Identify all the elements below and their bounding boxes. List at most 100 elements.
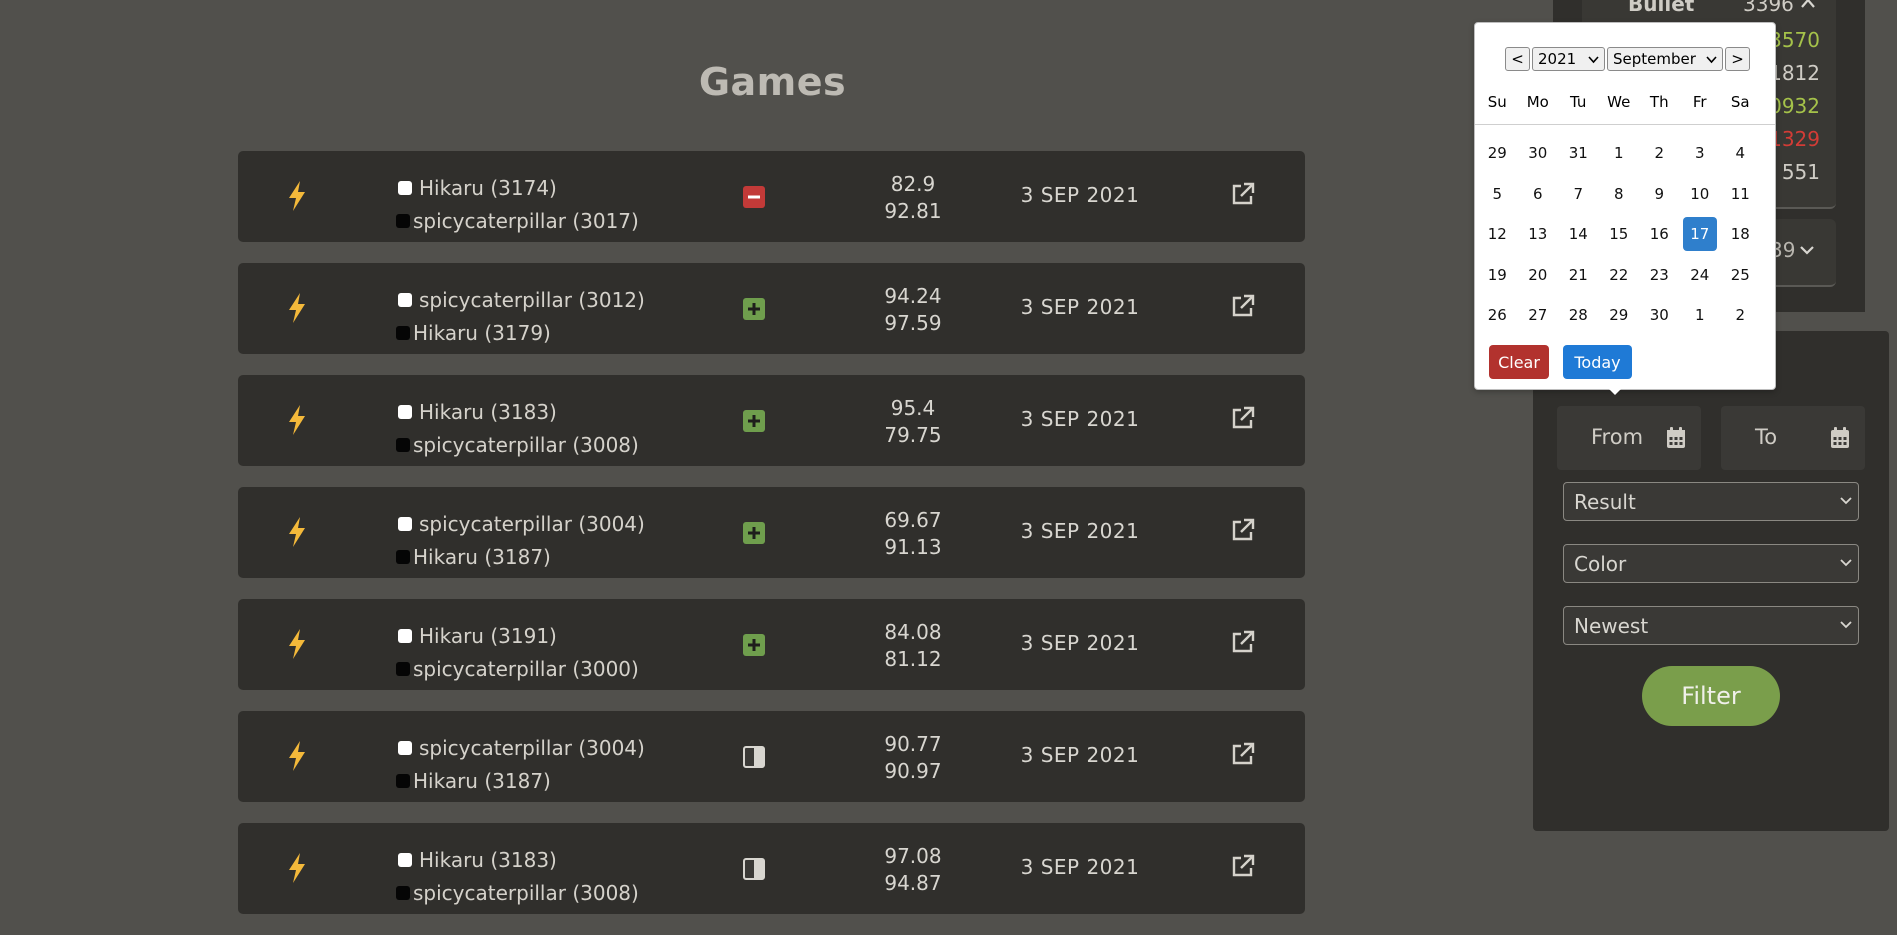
black-accuracy: 92.81 — [884, 199, 942, 223]
calendar-day[interactable]: 30 — [1639, 295, 1680, 336]
black-player-name: spicycaterpillar (3017) — [413, 208, 639, 233]
calendar-day[interactable]: 22 — [1599, 255, 1640, 296]
calendar-day-number: 25 — [1730, 265, 1750, 284]
game-row[interactable]: spicycaterpillar (3004) Hikaru (3187) 69.6… — [238, 487, 1305, 578]
from-date-button[interactable]: From — [1557, 406, 1701, 470]
sort-select[interactable]: Newest — [1563, 606, 1859, 645]
white-piece-icon — [398, 628, 412, 643]
calendar-day[interactable]: 29 — [1599, 295, 1640, 336]
calendar-day[interactable]: 26 — [1477, 295, 1518, 336]
calendar-week: 12 13 14 15 16 17 18 — [1477, 214, 1773, 255]
calendar-day[interactable]: 21 — [1558, 255, 1599, 296]
external-link-icon[interactable] — [1230, 405, 1256, 431]
game-row[interactable]: spicycaterpillar (3012) Hikaru (3179) 94.2… — [238, 263, 1305, 354]
calendar-day[interactable]: 8 — [1599, 174, 1640, 215]
calendar-day-number: 30 — [1528, 144, 1548, 163]
calendar-day[interactable]: 1 — [1599, 133, 1640, 174]
calendar-day[interactable]: 18 — [1720, 214, 1761, 255]
draw-result-icon — [743, 858, 765, 880]
calendar-day[interactable]: 29 — [1477, 133, 1518, 174]
game-date: 3 SEP 2021 — [1020, 743, 1140, 767]
calendar-day[interactable]: 7 — [1558, 174, 1599, 215]
game-row[interactable]: Hikaru (3174) spicycaterpillar (3017) 82.9… — [238, 151, 1305, 242]
calendar-day[interactable]: 14 — [1558, 214, 1599, 255]
chevron-up-icon[interactable] — [1800, 0, 1816, 10]
external-link-icon[interactable] — [1230, 629, 1256, 655]
clear-button[interactable]: Clear — [1489, 345, 1549, 379]
game-date: 3 SEP 2021 — [1020, 519, 1140, 543]
calendar-day-selected[interactable]: 17 — [1680, 214, 1721, 255]
white-player: spicycaterpillar (3004) — [396, 731, 645, 764]
result-select[interactable]: Result — [1563, 482, 1859, 521]
external-link-icon[interactable] — [1230, 293, 1256, 319]
calendar-week: 29 30 31 1 2 3 4 — [1477, 133, 1773, 174]
calendar-day[interactable]: 30 — [1518, 133, 1559, 174]
white-player-name: Hikaru (3183) — [419, 399, 557, 424]
white-accuracy: 69.67 — [884, 508, 942, 532]
calendar-day[interactable]: 2 — [1639, 133, 1680, 174]
calendar-day[interactable]: 16 — [1639, 214, 1680, 255]
white-player: Hikaru (3174) — [396, 171, 639, 204]
color-select[interactable]: Color — [1563, 544, 1859, 583]
white-player-name: Hikaru (3191) — [419, 623, 557, 648]
next-month-button[interactable]: > — [1725, 47, 1750, 71]
filter-button[interactable]: Filter — [1642, 666, 1780, 726]
calendar-day[interactable]: 31 — [1558, 133, 1599, 174]
calendar-day-number: 26 — [1487, 306, 1507, 325]
calendar-day-number: 16 — [1649, 225, 1669, 244]
weekday-label: We — [1607, 93, 1631, 111]
datepicker-header: < 2021 September > — [1505, 47, 1750, 71]
calendar-day[interactable]: 25 — [1720, 255, 1761, 296]
calendar-day[interactable]: 23 — [1639, 255, 1680, 296]
calendar-day[interactable]: 13 — [1518, 214, 1559, 255]
external-link-icon[interactable] — [1230, 853, 1256, 879]
calendar-day[interactable]: 15 — [1599, 214, 1640, 255]
page-title: Games — [698, 60, 847, 104]
calendar-day[interactable]: 19 — [1477, 255, 1518, 296]
calendar-day[interactable]: 24 — [1680, 255, 1721, 296]
weekday-label: Sa — [1730, 93, 1750, 111]
calendar-day[interactable]: 4 — [1720, 133, 1761, 174]
black-piece-icon — [396, 661, 410, 676]
calendar-day-number: 17 — [1682, 217, 1717, 252]
prev-month-button[interactable]: < — [1505, 47, 1530, 71]
black-piece-icon — [396, 885, 410, 900]
calendar-day-number: 13 — [1528, 225, 1548, 244]
white-player-name: Hikaru (3183) — [419, 847, 557, 872]
draw-result-icon — [743, 746, 765, 768]
calendar-day[interactable]: 9 — [1639, 174, 1680, 215]
game-row[interactable]: Hikaru (3191) spicycaterpillar (3000) 84.0… — [238, 599, 1305, 690]
game-row[interactable]: Hikaru (3183) spicycaterpillar (3008) 97.0… — [238, 823, 1305, 914]
calendar-day[interactable]: 3 — [1680, 133, 1721, 174]
external-link-icon[interactable] — [1230, 181, 1256, 207]
external-link-icon[interactable] — [1230, 517, 1256, 543]
calendar-day-number: 2 — [1654, 144, 1665, 163]
external-link-icon[interactable] — [1230, 741, 1256, 767]
chevron-down-icon[interactable] — [1799, 244, 1815, 256]
game-row[interactable]: spicycaterpillar (3004) Hikaru (3187) 90.7… — [238, 711, 1305, 802]
calendar-day[interactable]: 27 — [1518, 295, 1559, 336]
white-piece-icon — [398, 740, 412, 755]
to-date-button[interactable]: To — [1721, 406, 1865, 470]
calendar-day[interactable]: 5 — [1477, 174, 1518, 215]
calendar-day[interactable]: 10 — [1680, 174, 1721, 215]
year-select[interactable]: 2021 — [1532, 47, 1605, 71]
calendar-day-number: 3 — [1694, 144, 1705, 163]
calendar-day[interactable]: 6 — [1518, 174, 1559, 215]
black-player: Hikaru (3187) — [396, 540, 645, 573]
calendar-day-number: 5 — [1492, 184, 1503, 203]
calendar-day-number: 29 — [1609, 306, 1629, 325]
calendar-day[interactable]: 20 — [1518, 255, 1559, 296]
calendar-day-number: 19 — [1487, 265, 1507, 284]
white-player-name: spicycaterpillar (3012) — [419, 287, 645, 312]
today-button[interactable]: Today — [1563, 345, 1632, 379]
calendar-day[interactable]: 11 — [1720, 174, 1761, 215]
month-select[interactable]: September — [1607, 47, 1723, 71]
calendar-day[interactable]: 12 — [1477, 214, 1518, 255]
game-row[interactable]: Hikaru (3183) spicycaterpillar (3008) 95.4… — [238, 375, 1305, 466]
bullet-label: Bullet — [1628, 0, 1695, 16]
calendar-day[interactable]: 1 — [1680, 295, 1721, 336]
calendar-day[interactable]: 2 — [1720, 295, 1761, 336]
calendar-day[interactable]: 28 — [1558, 295, 1599, 336]
weekday-header: Su Mo Tu We Th Fr Sa — [1477, 93, 1773, 111]
